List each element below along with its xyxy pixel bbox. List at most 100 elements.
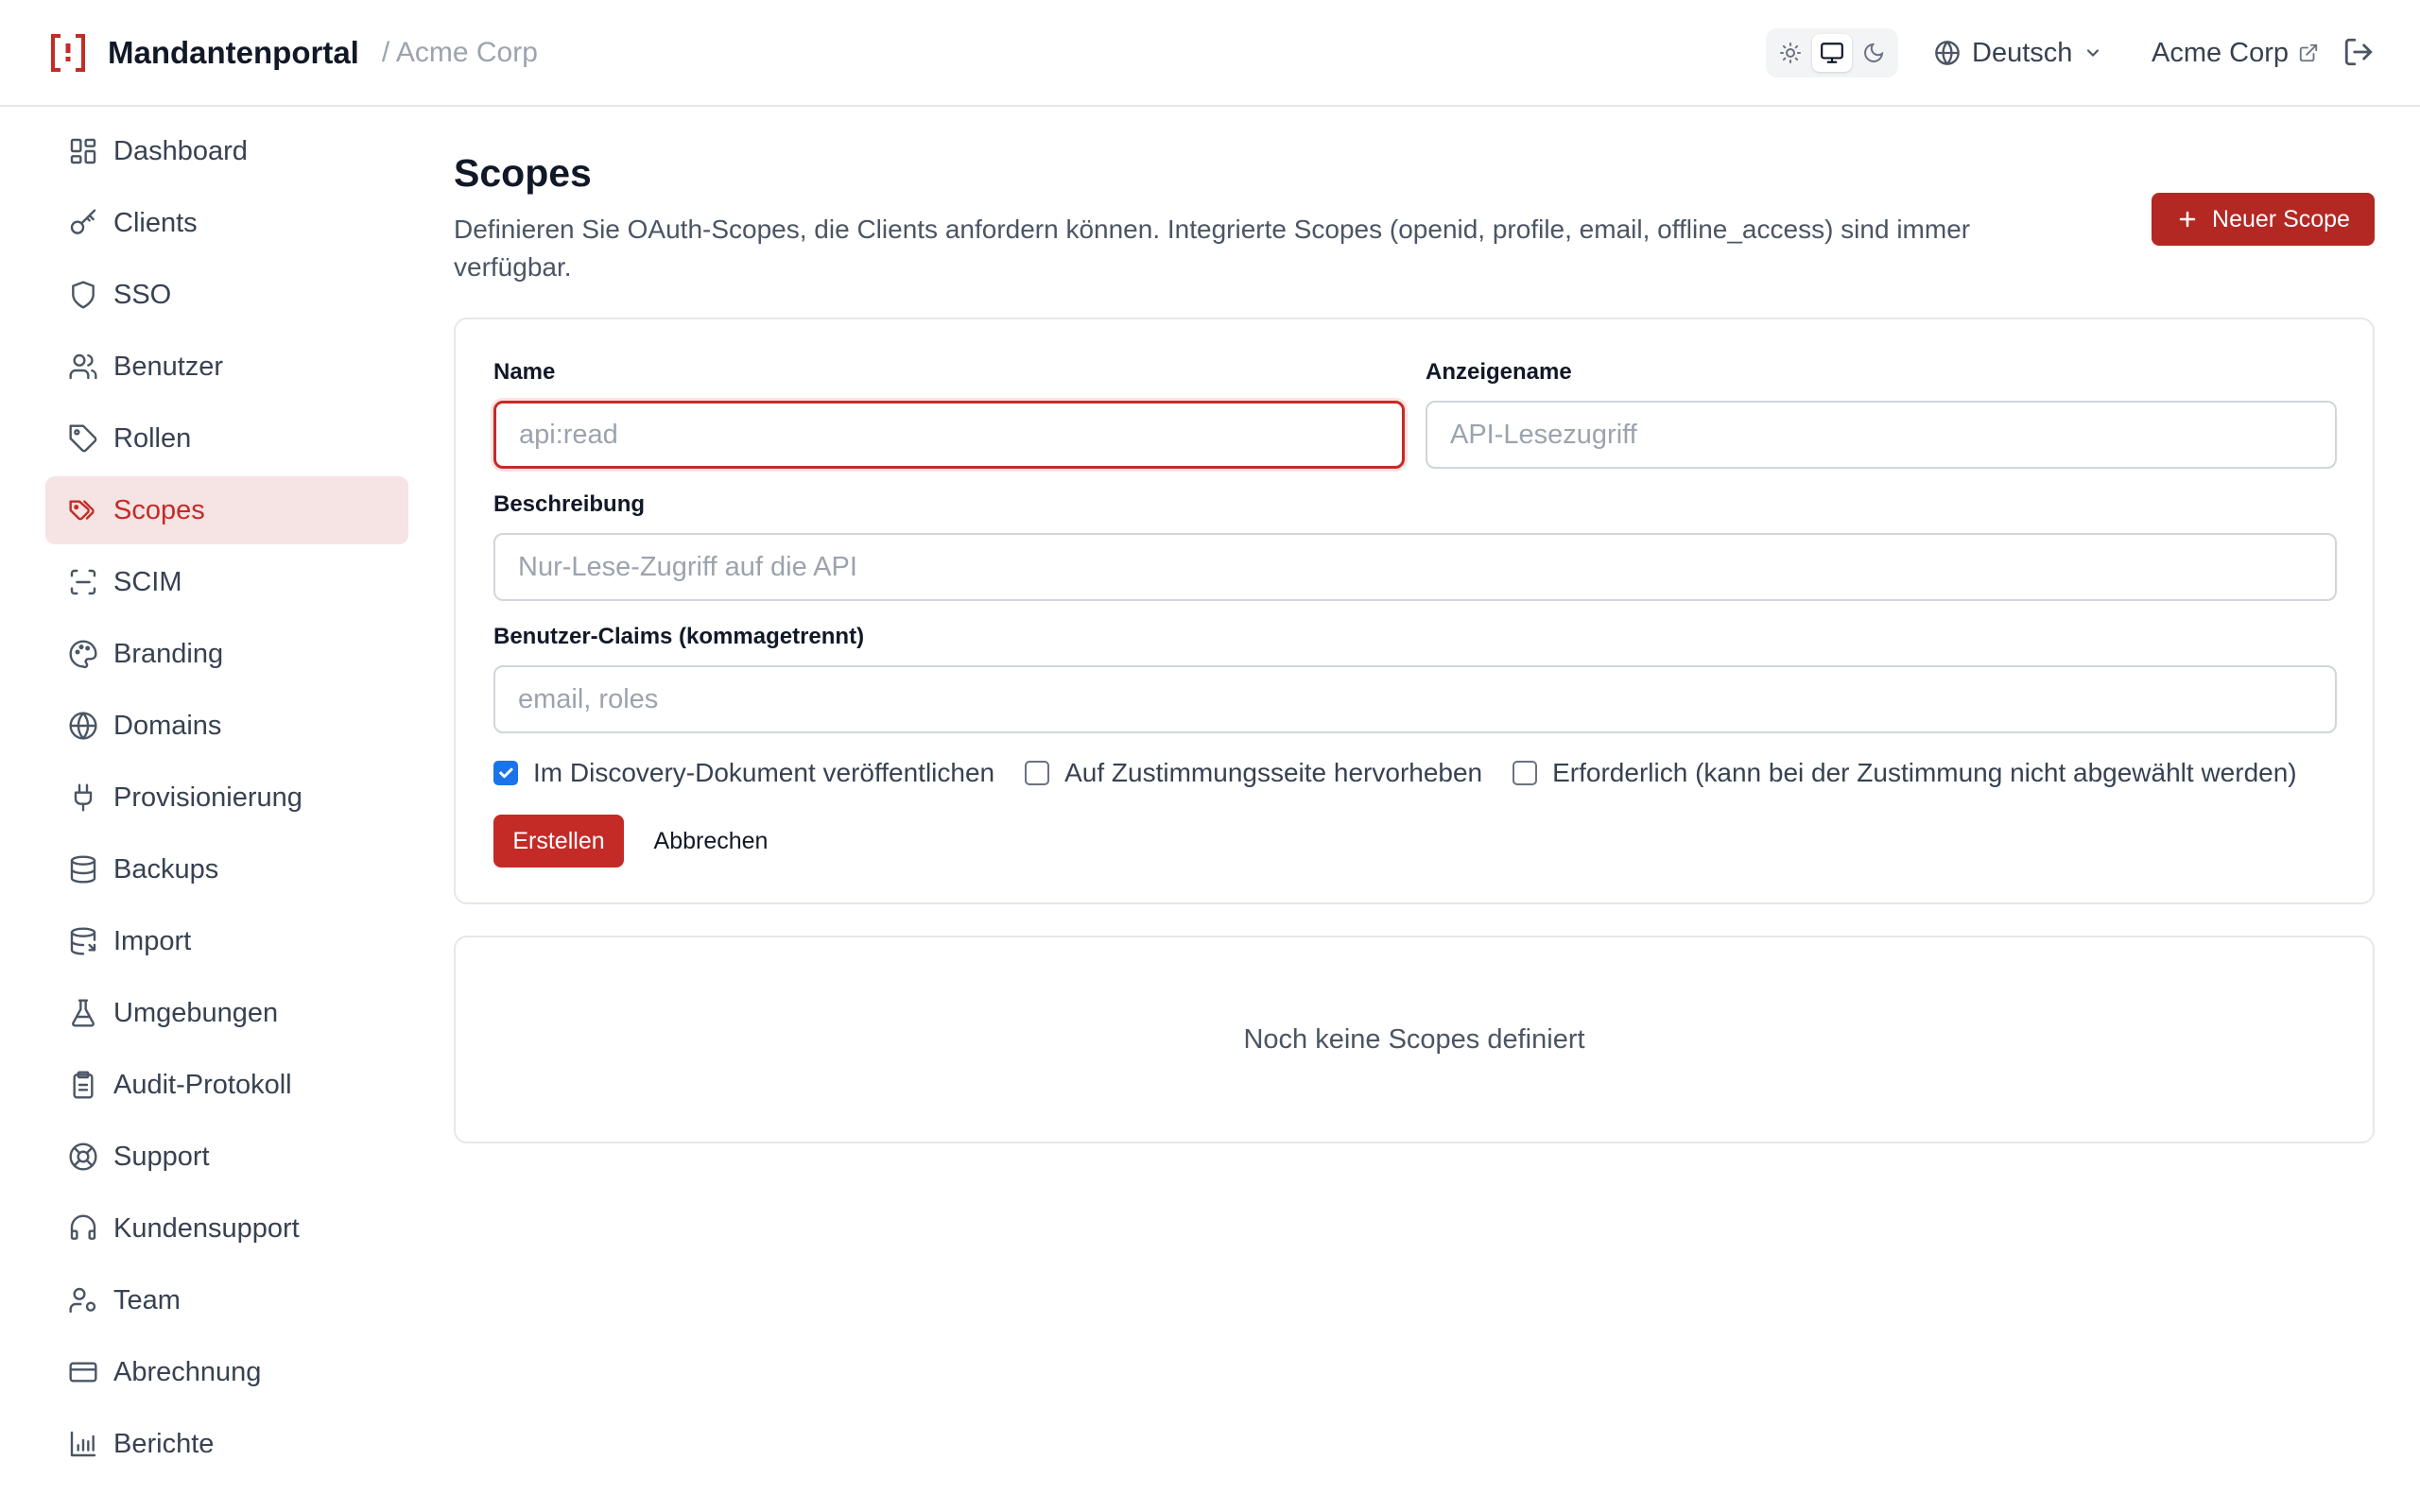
sidebar-item-label: Scopes [113, 494, 205, 525]
main-content: Scopes Definieren Sie OAuth-Scopes, die … [454, 151, 2375, 286]
monitor-icon [1821, 43, 1843, 63]
clipboard-icon [73, 1071, 94, 1099]
theme-toggle [1766, 28, 1898, 77]
logout-button[interactable] [2342, 36, 2375, 73]
dashboard-icon [70, 138, 96, 164]
plug-icon [74, 783, 93, 812]
sun-icon [1780, 43, 1801, 63]
sidebar: Dashboard Clients SSO Benutzer Rollen Scopes S… [45, 117, 408, 1482]
empty-state-text: Noch keine Scopes definiert [1243, 1023, 1585, 1055]
display-name-input[interactable] [1426, 401, 2337, 469]
sidebar-item-branding[interactable]: Branding [45, 620, 408, 688]
new-scope-button[interactable]: Neuer Scope [2152, 193, 2375, 246]
scope-options: Im Discovery-Dokument veröffentlichen Au… [493, 754, 2327, 792]
sidebar-item-scim[interactable]: SCIM [45, 548, 408, 616]
sidebar-item-label: Audit-Protokoll [113, 1069, 292, 1100]
moon-icon [1864, 43, 1884, 62]
description-input[interactable] [493, 533, 2337, 601]
sidebar-item-clients[interactable]: Clients [45, 189, 408, 257]
sidebar-item-audit-protokoll[interactable]: Audit-Protokoll [45, 1051, 408, 1119]
sidebar-item-benutzer[interactable]: Benutzer [45, 333, 408, 401]
lifebuoy-icon [69, 1143, 97, 1171]
required-checkbox[interactable]: Erforderlich (kann bei der Zustimmung ni… [1512, 758, 2297, 788]
sidebar-item-abrechnung[interactable]: Abrechnung [45, 1338, 408, 1406]
tag-icon [69, 424, 97, 453]
logout-icon [2344, 38, 2373, 66]
shield-icon [72, 281, 95, 309]
sidebar-item-team[interactable]: Team [45, 1266, 408, 1334]
scopes-empty-state: Noch keine Scopes definiert [454, 936, 2375, 1143]
language-label: Deutsch [1972, 37, 2073, 68]
sidebar-item-provisionierung[interactable]: Provisionierung [45, 764, 408, 832]
page-title: Scopes [454, 151, 592, 195]
sidebar-item-label: Provisionierung [113, 782, 302, 813]
display-name-label: Anzeigename [1426, 359, 1572, 385]
theme-system-button[interactable] [1812, 34, 1852, 72]
claims-label: Benutzer-Claims (kommagetrennt) [493, 624, 865, 649]
sidebar-item-label: Import [113, 925, 192, 956]
tags-icon [69, 500, 95, 521]
claims-input[interactable] [493, 665, 2337, 733]
sidebar-item-label: Kundensupport [113, 1212, 300, 1244]
credit-card-icon [69, 1362, 97, 1383]
tenant-link-label: Acme Corp [2152, 37, 2290, 68]
sidebar-item-domains[interactable]: Domains [45, 692, 408, 760]
check-icon [499, 767, 513, 779]
sidebar-item-sso[interactable]: SSO [45, 261, 408, 329]
publish-discovery-checkbox[interactable]: Im Discovery-Dokument veröffentlichen [493, 758, 994, 788]
tenant-external-link[interactable]: Acme Corp [2152, 28, 2319, 77]
page-description: Definieren Sie OAuth-Scopes, die Clients… [454, 215, 1971, 282]
create-button[interactable]: Erstellen [493, 815, 624, 868]
bar-chart-icon [70, 1431, 96, 1457]
globe-icon [69, 712, 97, 740]
description-label: Beschreibung [493, 491, 646, 517]
sidebar-item-label: Domains [113, 710, 222, 741]
sidebar-item-berichte[interactable]: Berichte [45, 1410, 408, 1478]
required-label: Erforderlich (kann bei der Zustimmung ni… [1552, 758, 2297, 787]
palette-icon [69, 640, 97, 669]
sidebar-item-label: Rollen [113, 422, 192, 454]
external-link-icon [2299, 43, 2318, 62]
user-cog-icon [69, 1287, 96, 1314]
sidebar-item-label: Support [113, 1141, 210, 1172]
sidebar-item-label: Berichte [113, 1428, 215, 1459]
flask-icon [72, 999, 95, 1027]
headset-icon [70, 1214, 96, 1240]
sidebar-item-support[interactable]: Support [45, 1123, 408, 1191]
sidebar-item-label: Backups [113, 853, 219, 885]
sidebar-item-label: Team [113, 1284, 181, 1315]
sidebar-item-umgebungen[interactable]: Umgebungen [45, 979, 408, 1047]
name-input[interactable] [493, 401, 1405, 469]
theme-dark-button[interactable] [1854, 34, 1893, 72]
sidebar-item-backups[interactable]: Backups [45, 835, 408, 903]
sidebar-item-label: Dashboard [113, 135, 248, 166]
scope-form-card: Name Anzeigename Beschreibung Benutzer-C… [454, 318, 2375, 904]
checkbox-unchecked[interactable] [1512, 761, 1538, 785]
publish-discovery-label: Im Discovery-Dokument veröffentlichen [533, 758, 995, 787]
new-scope-label: Neuer Scope [2212, 205, 2350, 232]
sidebar-item-scopes[interactable]: Scopes [45, 476, 408, 544]
brand[interactable]: Mandantenportal / Acme Corp [49, 28, 538, 77]
checkbox-unchecked[interactable] [1025, 761, 1050, 785]
scan-icon [70, 569, 96, 595]
app-title: Mandantenportal [108, 35, 359, 70]
sidebar-item-import[interactable]: Import [45, 907, 408, 975]
globe-icon [1935, 41, 1960, 65]
top-header: Mandantenportal / Acme Corp Deutsch Acme… [0, 0, 2420, 107]
sidebar-item-rollen[interactable]: Rollen [45, 404, 408, 472]
cancel-button[interactable]: Abbrechen [641, 815, 781, 868]
database-icon [70, 855, 96, 884]
sidebar-item-dashboard[interactable]: Dashboard [45, 117, 408, 185]
checkbox-checked[interactable] [493, 761, 518, 785]
plus-icon [2179, 211, 2196, 228]
theme-light-button[interactable] [1771, 34, 1810, 72]
language-selector[interactable]: Deutsch [1934, 28, 2114, 77]
name-label: Name [493, 359, 556, 385]
chevron-down-icon [2087, 49, 2100, 57]
tenant-breadcrumb: / Acme Corp [381, 37, 538, 68]
highlight-consent-checkbox[interactable]: Auf Zustimmungsseite hervorheben [1025, 758, 1482, 788]
sidebar-item-label: Branding [113, 638, 224, 669]
logo-icon [51, 34, 85, 72]
sidebar-item-kundensupport[interactable]: Kundensupport [45, 1194, 408, 1263]
users-icon [69, 353, 97, 380]
